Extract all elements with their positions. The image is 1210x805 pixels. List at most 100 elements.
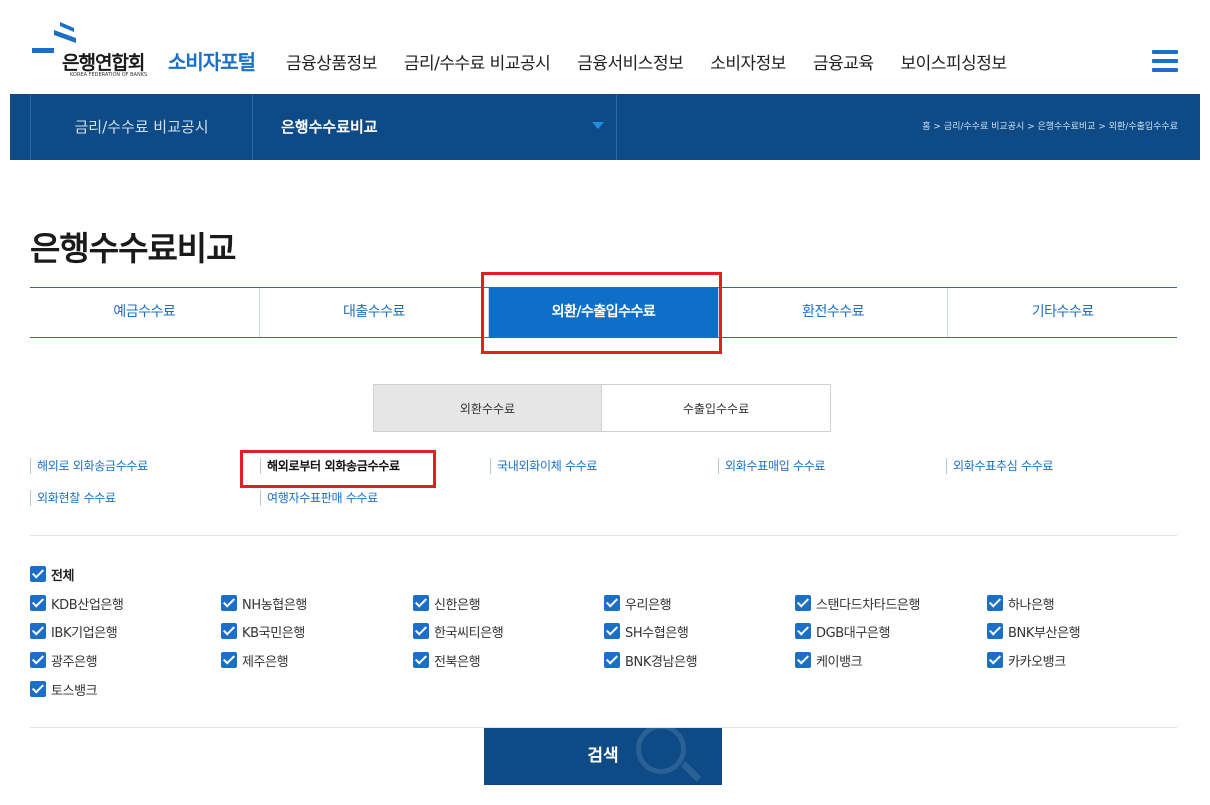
checkbox-label: DGB대구은행	[816, 625, 891, 641]
tab-loan-fees[interactable]: 대출수수료	[260, 288, 490, 337]
gnb-item-rate-comparison[interactable]: 금리/수수료 비교공시	[404, 49, 551, 74]
checkbox-label: SH수협은행	[625, 625, 689, 641]
subnav-subsection-label: 은행수수료비교	[281, 118, 378, 136]
checkbox-bank[interactable]: 하나은행	[987, 594, 1055, 613]
checkbox-bank[interactable]: 광주은행	[30, 651, 98, 670]
checkbox-bank[interactable]: 제주은행	[221, 651, 289, 670]
checkbox-bank[interactable]: BNK경남은행	[604, 651, 698, 670]
checkbox-checked-icon	[221, 623, 237, 639]
checkbox-label: IBK기업은행	[51, 625, 118, 641]
checkbox-label: 전북은행	[434, 654, 481, 670]
tab-exchange-fees[interactable]: 환전수수료	[719, 288, 949, 337]
gnb-item-voice-phishing[interactable]: 보이스피싱정보	[901, 49, 1007, 74]
subnav-subsection-dropdown[interactable]: 은행수수료비교	[253, 94, 616, 160]
checkbox-checked-icon	[30, 623, 46, 639]
checkbox-bank[interactable]: 신한은행	[413, 594, 481, 613]
checkbox-checked-icon	[987, 623, 1003, 639]
gnb-item-service-info[interactable]: 금융서비스정보	[577, 49, 683, 74]
gnb-item-consumer-info[interactable]: 소비자정보	[710, 49, 786, 74]
logo-korean-text: 은행연합회	[62, 52, 145, 74]
link-domestic-forex-transfer-fee[interactable]: 국내외화이체 수수료	[490, 458, 597, 474]
checkbox-checked-icon	[413, 623, 429, 639]
checkbox-checked-icon	[987, 652, 1003, 668]
checkbox-label: 케이뱅크	[816, 654, 863, 670]
checkbox-bank[interactable]: 한국씨티은행	[413, 622, 504, 641]
site-logo[interactable]: 은행연합회 KOREA FEDERATION OF BANKS 소비자포털	[32, 18, 272, 78]
link-foreign-cash-fee[interactable]: 외화현찰 수수료	[30, 490, 116, 506]
checkbox-checked-icon	[795, 595, 811, 611]
checkbox-checked-icon	[30, 595, 46, 611]
breadcrumb: 홈 > 금리/수수료 비교공시 > 은행수수료비교 > 외환/수출입수수료	[922, 122, 1178, 132]
link-travelers-check-fee[interactable]: 여행자수표판매 수수료	[260, 490, 378, 506]
checkbox-bank[interactable]: BNK부산은행	[987, 622, 1081, 641]
checkbox-bank[interactable]: 케이뱅크	[795, 651, 863, 670]
link-check-purchase-fee[interactable]: 외화수표매입 수수료	[718, 458, 825, 474]
gnb-item-product-info[interactable]: 금융상품정보	[286, 49, 377, 74]
site-header: 은행연합회 KOREA FEDERATION OF BANKS 소비자포털 금융…	[0, 0, 1210, 94]
gnb-item-education[interactable]: 금융교육	[813, 49, 874, 74]
checkbox-label: 우리은행	[625, 597, 672, 613]
link-check-collection-fee[interactable]: 외화수표추심 수수료	[946, 458, 1053, 474]
checkbox-checked-icon	[604, 652, 620, 668]
tab-other-fees[interactable]: 기타수수료	[948, 288, 1177, 337]
checkbox-checked-icon	[221, 595, 237, 611]
page-title: 은행수수료비교	[30, 229, 237, 268]
checkbox-bank[interactable]: 카카오뱅크	[987, 651, 1066, 670]
checkbox-label: 한국씨티은행	[434, 625, 504, 641]
sub-nav-bar: 금리/수수료 비교공시 은행수수료비교 홈 > 금리/수수료 비교공시 > 은행…	[10, 94, 1200, 160]
checkbox-label: KB국민은행	[242, 625, 305, 641]
link-inward-remittance-fee[interactable]: 해외로부터 외화송금수수료	[260, 458, 400, 474]
checkbox-checked-icon	[221, 652, 237, 668]
checkbox-bank[interactable]: NH농협은행	[221, 594, 307, 613]
checkbox-bank[interactable]: IBK기업은행	[30, 622, 118, 641]
fee-category-tabs: 예금수수료 대출수수료 외환/수출입수수료 환전수수료 기타수수료	[30, 287, 1177, 338]
checkbox-checked-icon	[30, 681, 46, 697]
checkbox-checked-icon	[987, 595, 1003, 611]
checkbox-label: NH농협은행	[242, 597, 307, 613]
checkbox-checked-icon	[30, 652, 46, 668]
global-nav: 금융상품정보 금리/수수료 비교공시 금융서비스정보 소비자정보 금융교육 보이…	[286, 49, 1033, 74]
checkbox-label: 하나은행	[1008, 597, 1055, 613]
checkbox-checked-icon	[604, 623, 620, 639]
checkbox-label: 토스뱅크	[51, 683, 98, 699]
subtab-trade-fees[interactable]: 수출입수수료	[602, 384, 831, 432]
checkbox-bank[interactable]: KB국민은행	[221, 622, 305, 641]
subtab-forex-fees[interactable]: 외환수수료	[373, 384, 602, 432]
checkbox-bank[interactable]: KDB산업은행	[30, 594, 124, 613]
checkbox-label: 전체	[51, 568, 75, 584]
checkbox-label: 스탠다드차타드은행	[816, 597, 921, 613]
checkbox-label: 카카오뱅크	[1008, 654, 1066, 670]
hamburger-icon[interactable]	[1152, 50, 1178, 72]
checkbox-checked-icon	[795, 623, 811, 639]
checkbox-label: KDB산업은행	[51, 597, 124, 613]
checkbox-bank[interactable]: SH수협은행	[604, 622, 689, 641]
checkbox-bank[interactable]: 토스뱅크	[30, 680, 98, 699]
checkbox-bank[interactable]: 우리은행	[604, 594, 672, 613]
checkbox-all[interactable]: 전체	[30, 565, 75, 584]
forex-sub-tabs: 외환수수료 수출입수수료	[373, 384, 831, 432]
subnav-section-menu[interactable]: 금리/수수료 비교공시	[31, 94, 252, 160]
checkbox-checked-icon	[795, 652, 811, 668]
divider	[30, 535, 1177, 536]
tab-deposit-fees[interactable]: 예금수수료	[30, 288, 260, 337]
checkbox-checked-icon	[604, 595, 620, 611]
checkbox-bank[interactable]: DGB대구은행	[795, 622, 891, 641]
checkbox-label: 신한은행	[434, 597, 481, 613]
subnav-divider	[616, 94, 617, 160]
checkbox-label: BNK경남은행	[625, 654, 698, 670]
checkbox-bank[interactable]: 스탠다드차타드은행	[795, 594, 921, 613]
checkbox-checked-icon	[413, 652, 429, 668]
checkbox-checked-icon	[413, 595, 429, 611]
search-button-label: 검색	[587, 746, 619, 766]
checkbox-label: 제주은행	[242, 654, 289, 670]
caret-down-icon	[592, 122, 604, 129]
checkbox-checked-icon	[30, 566, 46, 582]
checkbox-label: 광주은행	[51, 654, 98, 670]
link-outward-remittance-fee[interactable]: 해외로 외화송금수수료	[30, 458, 148, 474]
checkbox-bank[interactable]: 전북은행	[413, 651, 481, 670]
checkbox-label: BNK부산은행	[1008, 625, 1081, 641]
tab-forex-trade-fees[interactable]: 외환/수출입수수료	[489, 288, 719, 337]
logo-portal-text: 소비자포털	[168, 50, 256, 74]
logo-english-text: KOREA FEDERATION OF BANKS	[70, 72, 148, 78]
search-button[interactable]: 검색	[484, 728, 722, 785]
